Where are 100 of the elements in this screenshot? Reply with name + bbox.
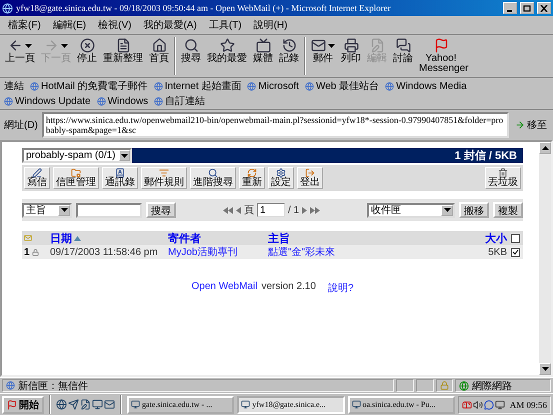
toolbar-button[interactable]: 首頁 — [146, 37, 172, 65]
search-field-select[interactable]: 主旨 — [22, 202, 72, 218]
edit-icon[interactable] — [80, 399, 91, 410]
star-icon — [220, 38, 234, 53]
action-button[interactable]: 重新 — [239, 167, 265, 189]
row-checkbox[interactable] — [511, 248, 520, 256]
toolbar-button[interactable]: 我的最愛 — [204, 37, 250, 65]
action-button[interactable]: 郵件規則 — [141, 167, 187, 189]
toolbar-button[interactable]: Yahoo! Messenger — [416, 37, 466, 75]
globe-icon — [154, 82, 163, 90]
lock-icon — [32, 248, 39, 256]
toolbar-button[interactable]: 媒體 — [250, 37, 276, 65]
folder-icon — [71, 168, 81, 178]
volume-icon[interactable] — [472, 400, 483, 410]
previous-page-icon[interactable] — [236, 206, 241, 214]
link-item[interactable]: Internet 起始畫面 — [154, 79, 242, 93]
page-label: 頁 — [244, 204, 254, 217]
action-button[interactable]: 設定 — [268, 167, 294, 189]
address-field[interactable]: https://www.sinica.edu.tw/openwebmail210-bin/openwebmail-main.pl?sessionid=yfw18*-session-0.97990407851&folder=probably-spam&page=1&sc — [42, 112, 509, 138]
globe-icon — [6, 381, 15, 390]
address-book-icon — [115, 168, 125, 178]
column-header[interactable]: 主旨 — [268, 230, 290, 246]
flag-icon — [434, 38, 448, 53]
maximize-button[interactable] — [520, 2, 534, 14]
page-icon — [116, 38, 130, 53]
close-icon — [540, 4, 548, 12]
search-button[interactable]: 搜尋 — [146, 202, 176, 218]
next-page-icon[interactable] — [302, 206, 308, 214]
globe-icon — [96, 96, 106, 106]
folder-select[interactable]: probably-spam (0/1) — [22, 148, 132, 163]
menu-item[interactable]: 檢視(V) — [96, 17, 134, 33]
move-button[interactable]: 搬移 — [459, 202, 489, 218]
action-button[interactable]: 通訊錄 — [102, 167, 138, 189]
status-text: 新信匣：無信件 — [18, 380, 88, 392]
toolbar-button[interactable]: 上一頁 — [2, 37, 38, 65]
search-icon — [208, 168, 218, 178]
toolbar-button[interactable]: 重新整理 — [100, 37, 146, 65]
trash-button[interactable]: 丟垃圾 — [485, 167, 521, 189]
dropdown-caret-icon — [60, 208, 68, 212]
menu-item[interactable]: 編輯(E) — [50, 17, 88, 33]
mail-icon[interactable] — [104, 399, 115, 410]
action-button[interactable]: 進階搜尋 — [190, 167, 236, 189]
dropdown-caret-icon — [61, 44, 68, 48]
browser-icon[interactable] — [56, 399, 67, 410]
action-button[interactable]: 登出 — [297, 167, 323, 189]
tv-icon — [256, 38, 270, 53]
link-item[interactable]: Windows Media — [385, 80, 467, 92]
menu-item[interactable]: 我的最愛(A) — [141, 17, 199, 33]
refresh-icon — [247, 168, 257, 178]
scrollbar[interactable] — [539, 142, 551, 375]
chat-icon[interactable] — [484, 400, 494, 410]
toolbar-button[interactable]: 郵件 — [308, 37, 338, 65]
monitor-icon — [352, 400, 360, 409]
dropdown-caret-icon — [328, 44, 335, 48]
link-item[interactable]: Windows — [96, 96, 148, 106]
brand-link[interactable]: Open WebMail — [191, 281, 258, 295]
send-icon[interactable] — [68, 399, 79, 410]
page-total: / 1 — [288, 204, 300, 216]
toolbar-button[interactable]: 搜尋 — [178, 37, 204, 65]
globe-icon — [247, 82, 256, 90]
menu-item[interactable]: 說明(H) — [252, 17, 290, 33]
taskbar-button[interactable]: yfw18@gate.sinica.e... — [237, 396, 344, 414]
search-input[interactable] — [76, 202, 142, 218]
home-icon — [152, 38, 166, 53]
toolbar-button[interactable]: 停止 — [74, 37, 100, 65]
link-item[interactable]: Microsoft — [247, 80, 299, 92]
mailbox-icon[interactable] — [462, 400, 472, 410]
link-item[interactable]: Windows Update — [4, 96, 91, 106]
link-item[interactable]: HotMail 的免費電子郵件 — [30, 79, 148, 93]
help-link[interactable]: 說明? — [328, 281, 354, 295]
edit-icon — [370, 38, 384, 53]
go-button[interactable]: 移至 — [513, 118, 549, 132]
arrow-right-icon — [515, 120, 525, 130]
action-button[interactable]: 信匣管理 — [53, 167, 99, 189]
lock-icon — [440, 381, 449, 390]
monitor-icon[interactable] — [494, 400, 505, 410]
monitor-icon[interactable] — [92, 399, 103, 410]
select-all-checkbox[interactable] — [511, 234, 520, 242]
last-page-icon[interactable] — [310, 206, 320, 214]
globe-icon — [304, 82, 314, 90]
link-item[interactable]: 自訂連結 — [154, 94, 206, 108]
taskbar-button[interactable]: oa.sinica.edu.tw - Pu... — [348, 396, 455, 414]
globe-icon — [385, 82, 394, 90]
dropdown-caret-icon — [25, 44, 32, 48]
move-button[interactable]: 複製 — [493, 202, 523, 218]
destination-folder-select[interactable]: 收件匣 — [367, 202, 455, 218]
menu-item[interactable]: 檔案(F) — [6, 17, 43, 33]
taskbar-button[interactable]: gate.sinica.edu.tw - ... — [127, 396, 234, 414]
action-button[interactable]: 寫信 — [24, 167, 50, 189]
page-input[interactable]: 1 — [256, 203, 285, 217]
toolbar-button[interactable]: 列印 — [338, 37, 364, 65]
minimize-button[interactable] — [503, 2, 517, 14]
close-button[interactable] — [537, 2, 551, 14]
toolbar-button[interactable]: 討論 — [390, 37, 416, 65]
start-button[interactable]: 開始 — [2, 396, 44, 414]
menu-item[interactable]: 工具(T) — [206, 17, 244, 33]
printer-icon — [344, 38, 358, 53]
link-item[interactable]: Web 最佳站台 — [304, 79, 380, 93]
toolbar-button[interactable]: 記錄 — [276, 37, 302, 65]
first-page-icon[interactable] — [222, 206, 233, 214]
